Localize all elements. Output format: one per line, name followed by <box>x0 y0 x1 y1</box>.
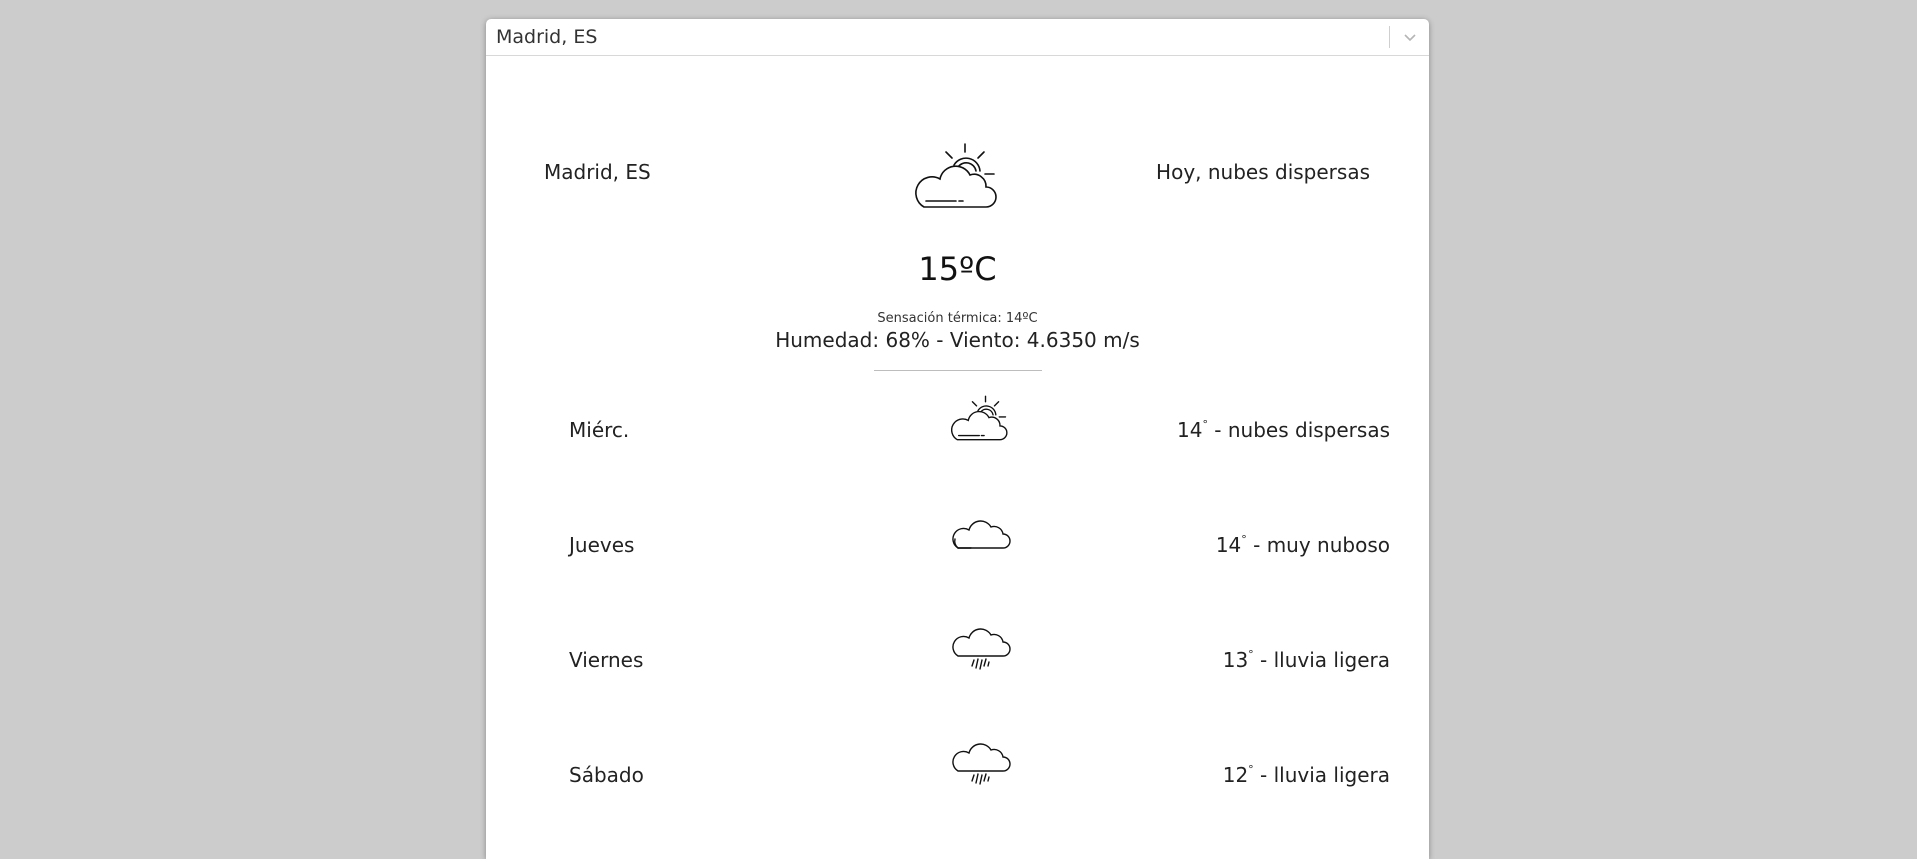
divider <box>874 370 1042 371</box>
forecast-condition: - muy nuboso <box>1246 533 1390 557</box>
current-weather: Madrid, ES Hoy, nubes dispersas 15ºC Sen… <box>486 56 1429 376</box>
forecast-condition: - nubes dispersas <box>1207 418 1390 442</box>
forecast-description: 12° - lluvia ligera <box>1223 763 1390 787</box>
current-city: Madrid, ES <box>544 160 651 184</box>
forecast-day: Sábado <box>569 763 644 787</box>
feels-like: Sensación térmica: 14ºC <box>877 311 1038 326</box>
forecast-day: Miérc. <box>569 418 630 442</box>
degree-symbol: ° <box>1248 648 1254 661</box>
degree-symbol: ° <box>1248 763 1254 776</box>
current-description: Hoy, nubes dispersas <box>1156 160 1370 184</box>
city-select-value[interactable]: Madrid, ES <box>486 26 1389 48</box>
forecast-day: Viernes <box>569 648 644 672</box>
forecast-temp: 13 <box>1222 648 1249 672</box>
chevron-down-icon[interactable] <box>1398 25 1422 49</box>
humidity-wind: Humedad: 68% - Viento: 4.6350 m/s <box>775 328 1140 352</box>
forecast-description: 14° - nubes dispersas <box>1177 418 1390 442</box>
weather-card: Madrid, ES Madrid, ES Hoy, nubes dispers… <box>486 19 1429 859</box>
scattered-clouds-icon <box>949 394 1011 444</box>
forecast-description: 14° - muy nuboso <box>1216 533 1390 557</box>
light-rain-icon <box>949 739 1011 789</box>
forecast-row: Sábado 12° - lluvia ligera <box>486 739 1429 854</box>
forecast-temp: 14 <box>1215 533 1242 557</box>
select-separator <box>1389 26 1390 48</box>
forecast-condition: - lluvia ligera <box>1253 648 1390 672</box>
forecast-condition: - lluvia ligera <box>1253 763 1390 787</box>
degree-symbol: ° <box>1241 533 1247 546</box>
city-select[interactable]: Madrid, ES <box>486 19 1429 56</box>
forecast-row: Miérc. 14° - nubes dispersas <box>486 394 1429 509</box>
forecast-row: Jueves 14° - muy nuboso <box>486 509 1429 624</box>
cloud-icon <box>949 509 1011 559</box>
light-rain-icon <box>949 624 1011 674</box>
forecast-day: Jueves <box>569 533 635 557</box>
forecast-list: Miérc. 14° - nubes dispersas Jueves 14° … <box>486 394 1429 854</box>
forecast-description: 13° - lluvia ligera <box>1223 648 1390 672</box>
forecast-temp: 12 <box>1222 763 1249 787</box>
current-temperature: 15ºC <box>918 250 997 288</box>
forecast-temp: 14 <box>1176 418 1203 442</box>
degree-symbol: ° <box>1202 418 1208 431</box>
forecast-row: Viernes 13° - lluvia ligera <box>486 624 1429 739</box>
scattered-clouds-icon <box>912 141 1002 213</box>
